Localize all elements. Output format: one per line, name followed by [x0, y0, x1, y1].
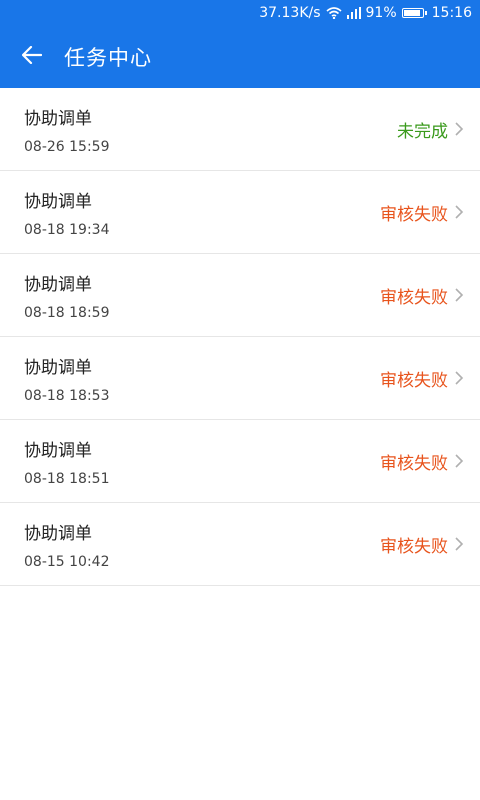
clock: 15:16 — [431, 5, 472, 21]
signal-icon — [346, 7, 361, 19]
task-status-group: 未完成 — [397, 117, 464, 142]
task-status-group: 审核失败 — [380, 200, 464, 225]
network-speed: 37.13K/s — [259, 5, 321, 21]
task-list: 协助调单 08-26 15:59 未完成 协助调单 08-18 19:34 审核失败 协助调… — [0, 88, 480, 586]
chevron-right-icon — [454, 204, 464, 220]
task-status: 未完成 — [397, 121, 448, 142]
task-info: 协助调单 08-26 15:59 — [24, 104, 109, 155]
battery-icon — [401, 8, 427, 18]
task-status-group: 审核失败 — [380, 532, 464, 557]
task-time: 08-18 18:51 — [24, 470, 110, 487]
chevron-right-icon — [454, 536, 464, 552]
task-name: 协助调单 — [24, 440, 92, 461]
task-status: 审核失败 — [380, 204, 448, 225]
task-status: 审核失败 — [380, 287, 448, 308]
chevron-right-icon — [454, 370, 464, 386]
task-status: 审核失败 — [380, 536, 448, 557]
chevron-right-icon — [454, 453, 464, 469]
task-time: 08-15 10:42 — [24, 553, 110, 570]
task-time: 08-18 18:53 — [24, 387, 110, 404]
task-row[interactable]: 协助调单 08-18 18:59 审核失败 — [0, 254, 480, 337]
task-row[interactable]: 协助调单 08-18 19:34 审核失败 — [0, 171, 480, 254]
task-name: 协助调单 — [24, 357, 92, 378]
chevron-right-icon — [454, 121, 464, 137]
task-status: 审核失败 — [380, 370, 448, 391]
page-title: 任务中心 — [64, 46, 152, 70]
task-name: 协助调单 — [24, 191, 92, 212]
task-row[interactable]: 协助调单 08-18 18:53 审核失败 — [0, 337, 480, 420]
task-row[interactable]: 协助调单 08-26 15:59 未完成 — [0, 88, 480, 171]
task-info: 协助调单 08-18 19:34 — [24, 187, 109, 238]
app-bar: 任务中心 — [0, 26, 480, 88]
task-time: 08-26 15:59 — [24, 138, 110, 155]
task-row[interactable]: 协助调单 08-18 18:51 审核失败 — [0, 420, 480, 503]
chevron-right-icon — [454, 287, 464, 303]
task-info: 协助调单 08-18 18:53 — [24, 353, 109, 404]
back-arrow-icon — [21, 45, 43, 68]
task-status-group: 审核失败 — [380, 449, 464, 474]
task-name: 协助调单 — [24, 274, 92, 295]
task-status-group: 审核失败 — [380, 366, 464, 391]
task-status: 审核失败 — [380, 453, 448, 474]
task-info: 协助调单 08-18 18:51 — [24, 436, 109, 487]
back-button[interactable] — [0, 26, 64, 88]
task-time: 08-18 18:59 — [24, 304, 110, 321]
battery-percent: 91% — [365, 5, 397, 21]
task-info: 协助调单 08-15 10:42 — [24, 519, 109, 570]
task-time: 08-18 19:34 — [24, 221, 110, 238]
status-bar: 37.13K/s 91% 15:16 — [0, 0, 480, 26]
task-name: 协助调单 — [24, 523, 92, 544]
task-status-group: 审核失败 — [380, 283, 464, 308]
task-info: 协助调单 08-18 18:59 — [24, 270, 109, 321]
wifi-icon — [325, 7, 342, 19]
task-name: 协助调单 — [24, 108, 92, 129]
task-row[interactable]: 协助调单 08-15 10:42 审核失败 — [0, 503, 480, 586]
